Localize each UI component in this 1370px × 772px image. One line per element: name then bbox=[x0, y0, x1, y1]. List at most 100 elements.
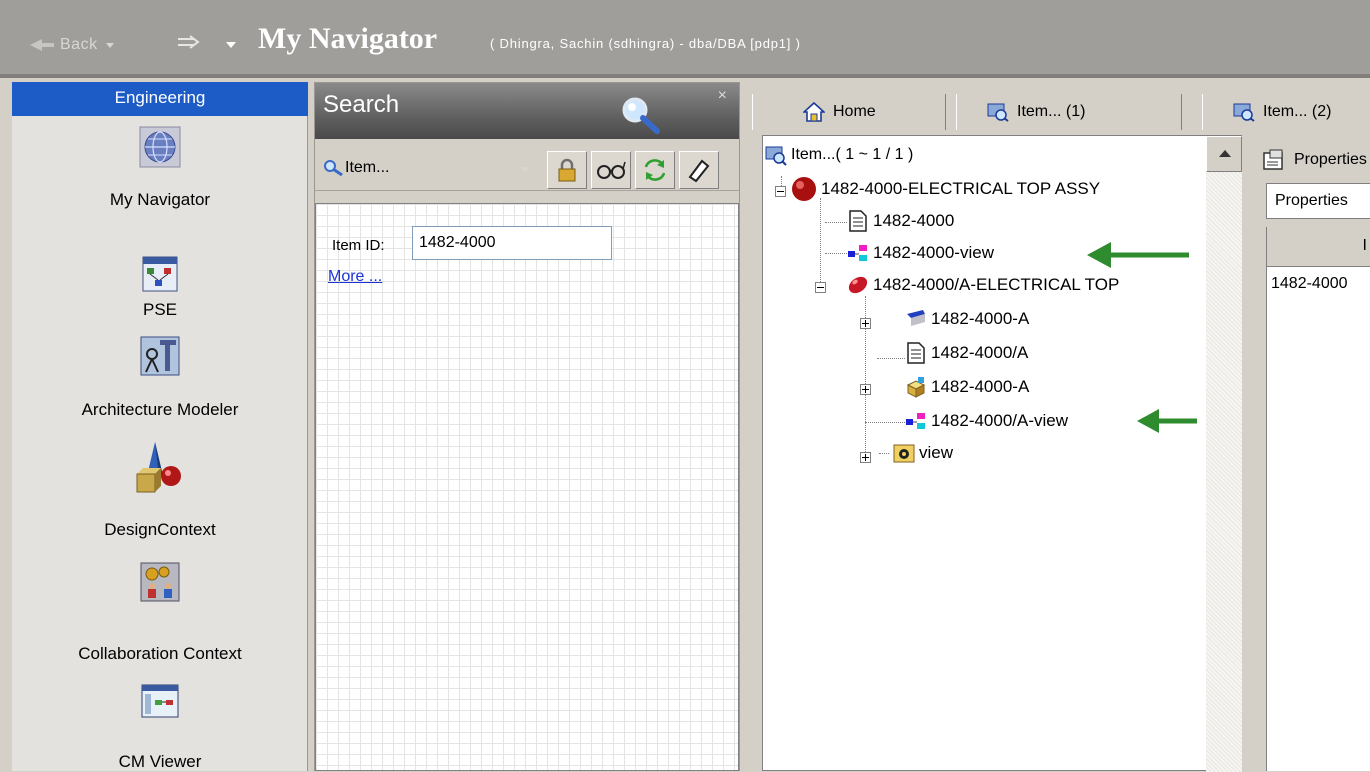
tree-connector bbox=[879, 452, 889, 454]
tree-node-label: 1482-4000-A bbox=[931, 377, 1030, 396]
cm-viewer-icon bbox=[141, 684, 179, 718]
close-icon[interactable]: × bbox=[718, 87, 727, 105]
tree-connector bbox=[825, 253, 847, 254]
tree-connector bbox=[820, 198, 821, 288]
back-arrow-icon bbox=[30, 38, 56, 52]
history-dropdown[interactable] bbox=[226, 42, 236, 48]
tab-label: Home bbox=[833, 103, 876, 120]
sidebar-item-architecture-modeler[interactable]: Architecture Modeler bbox=[12, 332, 308, 432]
history-button[interactable] bbox=[176, 34, 202, 50]
properties-header-label: Properties bbox=[1294, 151, 1367, 168]
structure-icon bbox=[142, 256, 178, 292]
tree-connector bbox=[825, 222, 847, 223]
tree-node-dataset[interactable]: 1482-4000 bbox=[847, 210, 954, 232]
sidebar-item-label: PSE bbox=[142, 300, 178, 319]
back-dropdown-icon[interactable] bbox=[105, 42, 114, 48]
tree-connector bbox=[877, 358, 905, 359]
dropdown-triangle-icon bbox=[226, 42, 236, 48]
view-folder-icon bbox=[893, 444, 915, 463]
tree-node-bom[interactable]: 1482-4000-A bbox=[905, 308, 1029, 330]
document-icon bbox=[849, 210, 867, 232]
sidebar-item-label: My Navigator bbox=[109, 190, 211, 209]
app-title: My Navigator bbox=[258, 22, 438, 55]
tree-scrollbar[interactable] bbox=[1206, 136, 1242, 772]
tree-node-revision[interactable]: 1482-4000/A-ELECTRICAL TOP bbox=[847, 274, 1119, 296]
sidebar-item-pse[interactable]: PSE bbox=[12, 256, 308, 336]
tree-node-view[interactable]: 1482-4000/A-view bbox=[905, 410, 1068, 432]
scroll-up-icon[interactable] bbox=[1206, 136, 1242, 172]
expand-icon[interactable] bbox=[860, 452, 871, 463]
lock-icon bbox=[558, 158, 576, 182]
item-search-icon bbox=[324, 160, 343, 177]
back-label: Back bbox=[60, 36, 98, 53]
sidebar-item-label: CM Viewer bbox=[118, 752, 202, 771]
sidebar-item-designcontext[interactable]: DesignContext bbox=[12, 436, 308, 546]
arrow-icon bbox=[1137, 409, 1197, 433]
sidebar-item-label: Collaboration Context bbox=[78, 644, 242, 663]
sidebar-item-cm-viewer[interactable]: CM Viewer bbox=[12, 680, 308, 771]
tree-connector bbox=[865, 422, 905, 423]
table-cell[interactable]: 1482-4000 bbox=[1271, 275, 1348, 293]
eraser-icon bbox=[688, 159, 710, 183]
collaboration-icon bbox=[140, 562, 180, 602]
item-search-icon bbox=[1233, 103, 1255, 122]
search-form: Item ID: More ... bbox=[315, 203, 739, 771]
tree-node-label: 1482-4000 bbox=[873, 211, 955, 230]
search-icon[interactable] bbox=[619, 95, 663, 135]
tree-node-dataset[interactable]: 1482-4000/A bbox=[905, 342, 1028, 364]
tab-item-1[interactable]: Item... (1) bbox=[956, 94, 1182, 130]
lock-button[interactable] bbox=[547, 151, 587, 189]
arrow-icon bbox=[1087, 242, 1189, 268]
sidebar-group-engineering[interactable]: Engineering bbox=[12, 82, 308, 116]
tree-node-package[interactable]: 1482-4000-A bbox=[905, 376, 1029, 398]
item-id-input[interactable] bbox=[412, 226, 612, 260]
tree-node-view[interactable]: 1482-4000-view bbox=[847, 242, 994, 264]
expand-icon[interactable] bbox=[860, 318, 871, 329]
tab-label: Item... (1) bbox=[1017, 103, 1086, 120]
tab-home[interactable]: Home bbox=[752, 94, 946, 130]
architecture-icon bbox=[140, 336, 180, 376]
tab-properties[interactable]: Properties bbox=[1266, 183, 1370, 219]
back-button[interactable]: Back bbox=[30, 36, 114, 54]
sidebar-item-collaboration-context[interactable]: Collaboration Context bbox=[12, 558, 308, 668]
tree-node-label: view bbox=[919, 443, 954, 462]
title-bar: Back My Navigator ( Dhingra, Sachin (sdh… bbox=[0, 0, 1370, 78]
refresh-button[interactable] bbox=[635, 151, 675, 189]
refresh-icon bbox=[644, 159, 666, 181]
tree-node-label: 1482-4000-view bbox=[873, 243, 994, 262]
tree-node-label: 1482-4000/A-view bbox=[931, 411, 1069, 430]
tree-node-label: 1482-4000-ELECTRICAL TOP ASSY bbox=[821, 179, 1101, 198]
tree-node-item[interactable]: 1482-4000-ELECTRICAL TOP ASSY bbox=[791, 176, 1100, 202]
user-info: ( Dhingra, Sachin (sdhingra) - dba/DBA [… bbox=[490, 36, 801, 51]
properties-icon bbox=[1263, 149, 1283, 170]
collapse-icon[interactable] bbox=[775, 186, 786, 197]
query-type-selector[interactable]: Item... bbox=[323, 159, 389, 177]
sidebar-item-my-navigator[interactable]: My Navigator bbox=[12, 122, 308, 212]
column-header[interactable]: I bbox=[1267, 227, 1370, 267]
tree-node-label: 1482-4000/A bbox=[931, 343, 1029, 362]
collapse-icon[interactable] bbox=[815, 282, 826, 293]
tab-item-2[interactable]: Item... (2) bbox=[1202, 94, 1370, 130]
item-search-icon bbox=[987, 103, 1009, 122]
clear-button[interactable] bbox=[679, 151, 719, 189]
properties-header[interactable]: Properties bbox=[1262, 149, 1367, 171]
expand-icon[interactable] bbox=[860, 384, 871, 395]
item-tree: Item...( 1 ~ 1 / 1 ) 1482-4000-ELECTRICA… bbox=[762, 135, 1242, 772]
home-icon bbox=[803, 102, 825, 122]
search-header: Search × bbox=[315, 83, 739, 139]
tree-root[interactable]: Item...( 1 ~ 1 / 1 ) bbox=[765, 144, 913, 166]
document-icon bbox=[907, 342, 925, 364]
query-type-dropdown-icon[interactable] bbox=[521, 167, 529, 172]
item-search-icon bbox=[765, 146, 787, 166]
search-panel: Search × Item... Item ID: 1482-4000 More… bbox=[314, 82, 740, 771]
history-icon bbox=[178, 35, 200, 49]
more-link[interactable]: More ... bbox=[328, 268, 382, 286]
view-button[interactable] bbox=[591, 151, 631, 189]
sidebar-item-label: DesignContext bbox=[104, 520, 216, 539]
tree-node-label: 1482-4000/A-ELECTRICAL TOP bbox=[873, 275, 1120, 294]
sidebar-item-label: Architecture Modeler bbox=[81, 400, 239, 419]
glasses-icon bbox=[597, 161, 626, 179]
tree-node-folder[interactable]: view bbox=[879, 442, 953, 464]
tab-label: Item... (2) bbox=[1263, 103, 1332, 120]
tree-node-label: Item...( 1 ~ 1 / 1 ) bbox=[791, 146, 914, 163]
